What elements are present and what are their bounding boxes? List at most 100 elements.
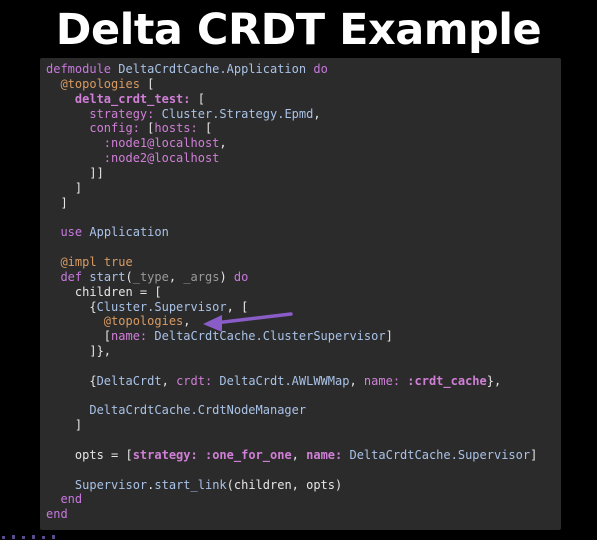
code-token: start_link (154, 477, 227, 492)
code-token: use (60, 225, 83, 240)
code-token: start (89, 269, 126, 284)
code-line: {DeltaCrdt, crdt: DeltaCrdt.AWLWWMap, na… (46, 374, 537, 389)
code-token: children = [ (46, 284, 162, 299)
code-token: :node1@localhost (103, 136, 220, 151)
code-token: ] (530, 447, 538, 462)
code-token: crdt: (176, 373, 213, 388)
code-token: }, (486, 373, 502, 388)
code-line: ] (46, 418, 537, 433)
code-token: , (349, 373, 364, 388)
code-token: { (46, 299, 97, 314)
code-block: defmodule DeltaCrdtCache.Application do … (46, 62, 537, 522)
code-token: strategy: (89, 106, 155, 121)
code-token: :one_for_one (204, 447, 292, 462)
code-line: ] (46, 181, 537, 196)
code-line: end (46, 507, 537, 522)
slide-title: Delta CRDT Example (55, 5, 542, 55)
code-line: :node1@localhost, (46, 136, 537, 151)
code-token: DeltaCrdtCache.Application (118, 62, 307, 76)
code-line: end (46, 492, 537, 507)
code-token: :node2@localhost (103, 151, 220, 166)
code-token: end (46, 507, 68, 522)
code-line: @topologies, (46, 314, 537, 329)
code-token: , (183, 314, 191, 329)
code-token: [ (190, 91, 205, 106)
code-line: Supervisor.start_link(children, opts) (46, 478, 537, 493)
code-token: @topologies (60, 76, 140, 91)
code-token: , (161, 373, 177, 388)
code-line: config: [hosts: [ (46, 121, 537, 136)
code-token: [ (46, 329, 112, 344)
code-token: { (46, 373, 97, 388)
code-token: opts = [ (46, 447, 133, 462)
code-token: , [ (226, 299, 249, 314)
code-token: [ (139, 121, 155, 136)
code-line: {Cluster.Supervisor, [ (46, 300, 537, 315)
code-token: , (313, 106, 321, 121)
code-token: _type (132, 269, 169, 284)
code-line: strategy: Cluster.Strategy.Epmd, (46, 107, 537, 122)
code-token: @impl (60, 254, 97, 269)
code-token: true (103, 254, 133, 269)
code-token: ) (219, 269, 234, 284)
code-line: delta_crdt_test: [ (46, 92, 537, 107)
code-line: ]}, (46, 344, 537, 359)
code-token: , (291, 447, 307, 462)
code-token: Supervisor (74, 477, 148, 492)
code-token: def (60, 269, 83, 284)
code-token: @topologies (103, 314, 184, 329)
code-token: end (60, 492, 83, 507)
code-line: def start(_type, _args) do (46, 270, 537, 285)
code-token: DeltaCrdtCache.Supervisor (349, 447, 531, 462)
code-line: ]] (46, 166, 537, 181)
code-panel: defmodule DeltaCrdtCache.Application do … (40, 58, 561, 530)
code-token: delta_crdt_test: (74, 91, 191, 106)
code-token: , (219, 136, 227, 151)
code-token: ]}, (46, 344, 112, 359)
code-token: Application (89, 225, 169, 240)
code-token: name: (363, 373, 401, 388)
code-token: config: (89, 121, 140, 136)
code-token: name: (111, 329, 148, 344)
code-token: defmodule (46, 62, 112, 76)
code-token: name: (306, 447, 343, 462)
code-line: children = [ (46, 285, 537, 300)
code-token: Cluster.Supervisor (96, 299, 227, 314)
code-token: DeltaCrdt (96, 373, 162, 388)
code-token: DeltaCrdt.AWLWWMap (219, 373, 350, 388)
code-token: ] (46, 195, 68, 210)
code-token: Cluster.Strategy.Epmd (161, 106, 314, 121)
code-token: do (233, 269, 249, 284)
code-token: ]] (46, 165, 104, 180)
code-token: ] (46, 180, 83, 195)
decorative-corner-mark (2, 535, 55, 539)
code-token: (children, opts) (226, 477, 343, 492)
code-line: use Application (46, 225, 537, 240)
code-token: ( (125, 269, 133, 284)
code-token: do (313, 62, 328, 76)
code-token: [ (139, 76, 155, 91)
code-line: DeltaCrdtCache.CrdtNodeManager (46, 403, 537, 418)
code-token: , (168, 269, 184, 284)
code-line: @topologies [ (46, 77, 537, 92)
code-token: DeltaCrdtCache.CrdtNodeManager (89, 403, 307, 418)
code-token: strategy: (132, 447, 198, 462)
code-token: [ (197, 121, 213, 136)
code-line: :node2@localhost (46, 151, 537, 166)
